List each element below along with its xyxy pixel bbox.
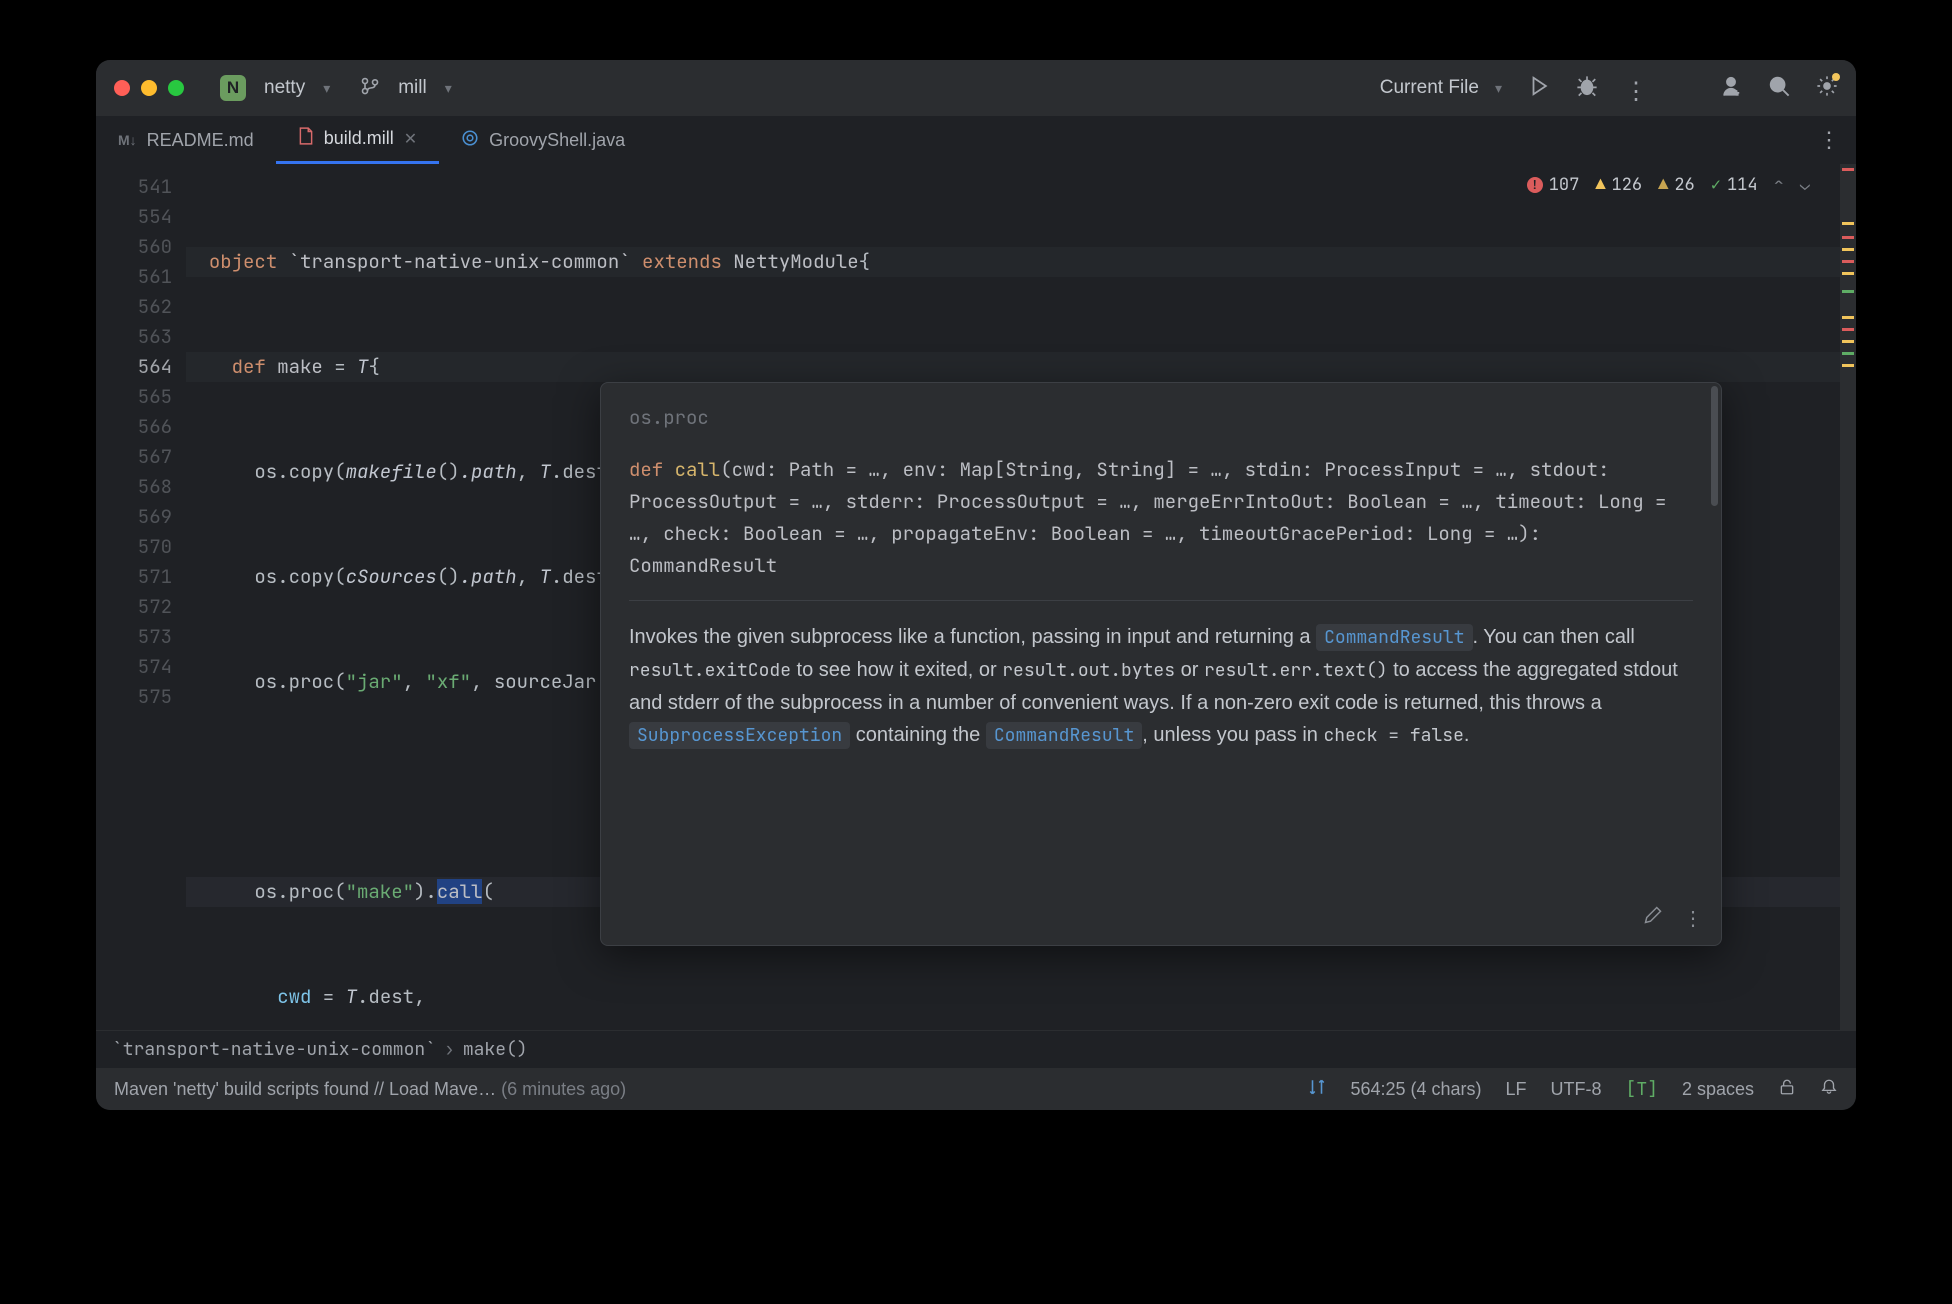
project-chevron-icon[interactable]: ▾ [323, 80, 330, 97]
markdown-icon: M↓ [118, 132, 137, 148]
error-icon: ! [1527, 177, 1543, 193]
status-message[interactable]: Maven 'netty' build scripts found // Loa… [114, 1079, 1284, 1100]
inspection-errors[interactable]: ! 107 [1527, 174, 1580, 196]
inspection-warnings[interactable]: ▲ 126 [1595, 174, 1642, 196]
tab-label: build.mill [324, 128, 394, 149]
inspection-summary[interactable]: ! 107 ▲ 126 ▲ 26 ✓ 114 ⌃ ⌄ [1523, 172, 1814, 198]
branch-chevron-icon[interactable]: ▾ [445, 80, 452, 97]
error-count: 107 [1549, 174, 1580, 196]
tab-label: README.md [147, 130, 254, 151]
vcs-branch-icon[interactable] [360, 76, 380, 101]
ide-window: N netty ▾ mill ▾ Current File ▾ ⋮ [96, 60, 1856, 1110]
run-icon[interactable] [1528, 75, 1550, 102]
line-number-gutter: 541 554 560 561 562 563 564 565 566 567 … [96, 164, 186, 1030]
cursor-position[interactable]: 564:25 (4 chars) [1350, 1079, 1481, 1100]
tab-label: GroovyShell.java [489, 130, 625, 151]
inspection-weak-warnings[interactable]: ▲ 26 [1658, 174, 1695, 196]
mill-file-icon [298, 127, 314, 150]
weak-warning-count: 26 [1674, 174, 1694, 196]
pass-icon: ✓ [1711, 174, 1721, 196]
edit-documentation-icon[interactable] [1643, 905, 1663, 931]
warning-icon: ▲ [1595, 174, 1605, 196]
maximize-window-icon[interactable] [168, 80, 184, 96]
warning-count: 126 [1612, 174, 1643, 196]
breadcrumb[interactable]: `transport-native-unix-common` › make() [96, 1030, 1856, 1068]
doc-description: Invokes the given subprocess like a func… [629, 621, 1693, 752]
project-name-label[interactable]: netty [264, 77, 305, 99]
tab-build-mill[interactable]: build.mill ✕ [276, 116, 439, 164]
documentation-popup: os.proc def call(cwd: Path = …, env: Map… [600, 382, 1722, 946]
titlebar-right-controls: Current File ▾ ⋮ [1380, 75, 1838, 102]
pass-count: 114 [1727, 174, 1758, 196]
line-separator[interactable]: LF [1506, 1079, 1527, 1100]
tab-readme[interactable]: M↓ README.md [96, 116, 276, 164]
breadcrumb-sep-icon: › [444, 1038, 455, 1061]
inspection-next-icon[interactable]: ⌄ [1800, 174, 1810, 196]
indent-setting[interactable]: 2 spaces [1682, 1079, 1754, 1100]
run-config-label: Current File [1380, 77, 1479, 99]
statusbar: Maven 'netty' build scripts found // Loa… [96, 1068, 1856, 1110]
inspection-prev-icon[interactable]: ⌃ [1774, 174, 1784, 196]
status-swap-icon[interactable] [1308, 1078, 1326, 1101]
code-with-me-icon[interactable] [1720, 75, 1742, 102]
minimize-window-icon[interactable] [141, 80, 157, 96]
java-file-icon [461, 129, 479, 152]
close-window-icon[interactable] [114, 80, 130, 96]
weak-warning-icon: ▲ [1658, 174, 1668, 196]
search-icon[interactable] [1768, 75, 1790, 102]
popup-scrollbar[interactable] [1711, 386, 1718, 506]
tab-groovyshell[interactable]: GroovyShell.java [439, 116, 647, 164]
error-stripe[interactable] [1840, 164, 1856, 1030]
breadcrumb-seg[interactable]: make() [463, 1038, 528, 1061]
project-badge[interactable]: N [220, 75, 246, 101]
window-controls [114, 80, 184, 96]
breadcrumb-seg[interactable]: `transport-native-unix-common` [112, 1038, 436, 1061]
branch-name-label[interactable]: mill [398, 77, 427, 99]
editor-tabs: M↓ README.md build.mill ✕ GroovyShell.ja… [96, 116, 1856, 164]
titlebar: N netty ▾ mill ▾ Current File ▾ ⋮ [96, 60, 1856, 116]
run-config-chevron-icon: ▾ [1495, 80, 1502, 97]
debug-icon[interactable] [1576, 75, 1598, 102]
notifications-icon[interactable] [1820, 1078, 1838, 1101]
more-actions-icon[interactable]: ⋮ [1624, 77, 1646, 99]
settings-icon[interactable] [1816, 75, 1838, 102]
tab-mode-indicator[interactable]: [T] [1626, 1078, 1658, 1101]
run-configuration-selector[interactable]: Current File ▾ [1380, 77, 1502, 99]
lock-icon[interactable] [1778, 1078, 1796, 1101]
tabs-menu-icon[interactable]: ⋮ [1818, 116, 1856, 164]
doc-divider [629, 600, 1693, 601]
popup-more-icon[interactable]: ⋮ [1683, 905, 1703, 931]
doc-signature: def call(cwd: Path = …, env: Map[String,… [629, 454, 1693, 582]
file-encoding[interactable]: UTF-8 [1551, 1079, 1602, 1100]
close-tab-icon[interactable]: ✕ [404, 129, 417, 149]
editor[interactable]: 541 554 560 561 562 563 564 565 566 567 … [96, 164, 1856, 1030]
inspection-passes[interactable]: ✓ 114 [1711, 174, 1758, 196]
doc-owner: os.proc [629, 405, 1693, 430]
